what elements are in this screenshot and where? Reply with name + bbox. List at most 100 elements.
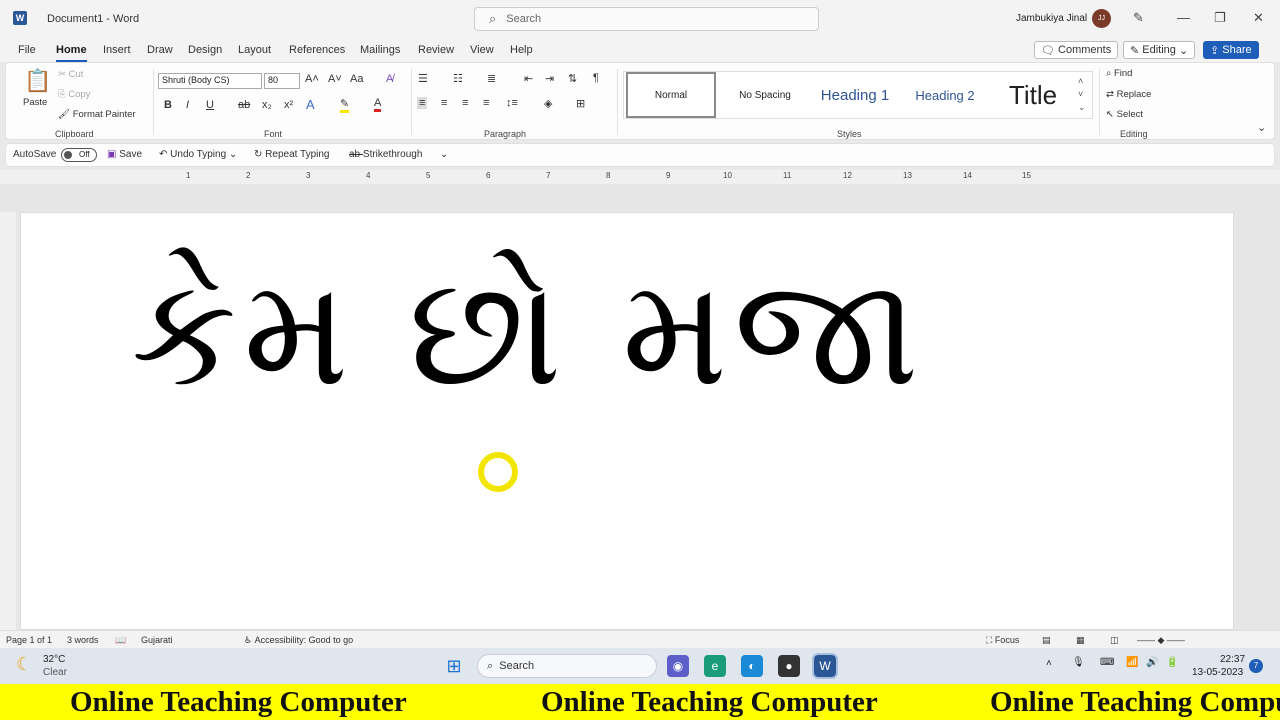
edge-icon[interactable]: e xyxy=(704,655,726,677)
tab-insert[interactable]: Insert xyxy=(103,44,131,56)
replace-button[interactable]: ⇄ Replace xyxy=(1106,89,1151,100)
minimize-icon[interactable]: — xyxy=(1177,10,1190,25)
subscript-button[interactable]: x₂ xyxy=(262,99,272,111)
decrease-indent-icon[interactable]: ⇤ xyxy=(524,72,533,85)
comments-button[interactable]: 🗨 Comments xyxy=(1034,41,1119,59)
tab-layout[interactable]: Layout xyxy=(238,44,271,56)
bold-button[interactable]: B xyxy=(164,99,172,111)
focus-button[interactable]: ⛶ Focus xyxy=(986,635,1019,646)
proofing-icon[interactable]: 📖 xyxy=(115,635,126,646)
bullets-icon[interactable]: ☰ xyxy=(418,72,428,85)
accessibility-status[interactable]: ♿ Accessibility: Good to go xyxy=(244,635,353,646)
web-layout-icon[interactable]: ◫ xyxy=(1110,635,1119,646)
clock-time[interactable]: 22:37 xyxy=(1220,654,1245,665)
clear-formatting-icon[interactable]: A̸ xyxy=(386,73,393,85)
obs-icon[interactable]: ● xyxy=(778,655,800,677)
align-center-icon[interactable]: ≡ xyxy=(441,97,447,109)
multilevel-list-icon[interactable]: ≣ xyxy=(487,72,496,85)
tray-chevron-icon[interactable]: ˄ xyxy=(1046,658,1052,669)
grow-font-icon[interactable]: A˄ xyxy=(305,73,319,85)
font-color-icon[interactable]: A xyxy=(374,97,382,112)
shading-icon[interactable]: ◈ xyxy=(544,97,552,110)
weather-moon-icon[interactable]: ☾ xyxy=(16,654,32,675)
increase-indent-icon[interactable]: ⇥ xyxy=(545,72,554,85)
search-box[interactable]: ⌕ Search xyxy=(474,7,819,31)
microphone-icon[interactable]: 🎙 xyxy=(1072,657,1085,668)
change-case-button[interactable]: Aa xyxy=(350,73,363,85)
style-title[interactable]: Title xyxy=(990,72,1076,118)
print-layout-icon[interactable]: ▦ xyxy=(1076,635,1085,646)
read-mode-icon[interactable]: ▤ xyxy=(1042,635,1051,646)
keyboard-icon[interactable]: ⌨ xyxy=(1100,657,1114,668)
save-button[interactable]: ▣ Save xyxy=(107,149,142,160)
zoom-slider[interactable]: —— ◆ —— xyxy=(1137,635,1185,646)
collapse-ribbon-icon[interactable]: ⌄ xyxy=(1257,121,1266,134)
document-page[interactable]: કેમ છો મજા xyxy=(20,212,1234,630)
tab-view[interactable]: View xyxy=(470,44,494,56)
horizontal-ruler[interactable]: 1 2 3 4 5 6 7 8 9 10 11 12 13 14 15 xyxy=(0,170,1280,184)
editing-mode-button[interactable]: ✎ Editing ⌄ xyxy=(1123,41,1196,59)
italic-button[interactable]: I xyxy=(186,99,189,111)
taskbar-search[interactable]: ⌕ Search xyxy=(477,654,657,678)
justify-icon[interactable]: ≡ xyxy=(483,97,489,109)
line-spacing-icon[interactable]: ↕≡ xyxy=(506,97,518,109)
repeat-button[interactable]: ↻ Repeat Typing xyxy=(254,149,329,160)
strikethrough-qat-button[interactable]: ab Strikethrough xyxy=(349,149,422,160)
vertical-ruler[interactable] xyxy=(0,212,16,630)
language[interactable]: Gujarati xyxy=(141,635,173,645)
tab-design[interactable]: Design xyxy=(188,44,222,56)
align-right-icon[interactable]: ≡ xyxy=(462,97,468,109)
pen-icon[interactable]: ✎ xyxy=(1133,10,1144,26)
wifi-icon[interactable]: 📶 xyxy=(1126,657,1138,668)
font-name-select[interactable]: Shruti (Body CS) xyxy=(158,73,262,89)
avatar[interactable]: JJ xyxy=(1092,9,1111,28)
chat-icon[interactable]: ◐ xyxy=(741,655,763,677)
restore-icon[interactable]: ❐ xyxy=(1214,10,1226,26)
underline-button[interactable]: U xyxy=(206,99,214,111)
autosave-toggle[interactable]: Off xyxy=(61,148,97,162)
numbering-icon[interactable]: ☷ xyxy=(453,72,463,85)
tab-mailings[interactable]: Mailings xyxy=(360,44,400,56)
style-normal[interactable]: Normal xyxy=(626,72,716,118)
superscript-button[interactable]: x² xyxy=(284,99,293,111)
battery-icon[interactable]: 🔋 xyxy=(1166,657,1178,668)
word-taskbar-icon[interactable]: W xyxy=(812,653,838,679)
tab-file[interactable]: File xyxy=(18,44,36,56)
clock-date[interactable]: 13-05-2023 xyxy=(1192,667,1243,678)
page-count[interactable]: Page 1 of 1 xyxy=(6,635,52,645)
cut-button[interactable]: ✂ Cut xyxy=(58,69,83,80)
paste-button[interactable]: Paste xyxy=(23,97,47,108)
select-button[interactable]: ↖ Select xyxy=(1106,109,1143,120)
volume-icon[interactable]: 🔊 xyxy=(1146,657,1158,668)
tab-home[interactable]: Home xyxy=(56,44,87,62)
customize-qat-icon[interactable]: ⌄ xyxy=(440,149,448,160)
strikethrough-button[interactable]: ab xyxy=(238,99,250,111)
temperature[interactable]: 32°C xyxy=(43,654,65,665)
user-name[interactable]: Jambukiya Jinal xyxy=(1016,13,1087,24)
tab-references[interactable]: References xyxy=(289,44,345,56)
pilcrow-icon[interactable]: ¶ xyxy=(593,72,599,84)
copy-button[interactable]: ⎘ Copy xyxy=(58,89,90,100)
close-icon[interactable]: ✕ xyxy=(1253,10,1264,26)
share-button[interactable]: ⇪ Share xyxy=(1203,41,1259,59)
sort-icon[interactable]: ⇅ xyxy=(568,72,577,85)
tab-help[interactable]: Help xyxy=(510,44,533,56)
highlight-icon[interactable]: ✎ xyxy=(340,97,350,113)
word-count[interactable]: 3 words xyxy=(67,635,99,645)
font-size-select[interactable]: 80 xyxy=(264,73,300,89)
style-heading-1[interactable]: Heading 1 xyxy=(810,72,900,118)
tab-review[interactable]: Review xyxy=(418,44,454,56)
notification-badge[interactable]: 7 xyxy=(1249,659,1263,673)
document-text[interactable]: કેમ છો મજા xyxy=(131,243,925,423)
find-button[interactable]: ⌕ Find xyxy=(1106,68,1132,79)
text-effects-icon[interactable]: A xyxy=(306,97,315,112)
undo-button[interactable]: ↶ Undo Typing ⌄ xyxy=(159,149,237,160)
format-painter-button[interactable]: 🖌 Format Painter xyxy=(58,109,136,120)
shrink-font-icon[interactable]: A˅ xyxy=(328,73,342,85)
style-heading-2[interactable]: Heading 2 xyxy=(900,72,990,118)
teams-icon[interactable]: ◉ xyxy=(667,655,689,677)
borders-icon[interactable]: ⊞ xyxy=(576,97,585,110)
paste-icon[interactable]: 📋 xyxy=(24,68,51,94)
align-left-icon[interactable]: ≡ xyxy=(417,97,428,109)
windows-start-icon[interactable]: ⊞ xyxy=(443,655,465,677)
